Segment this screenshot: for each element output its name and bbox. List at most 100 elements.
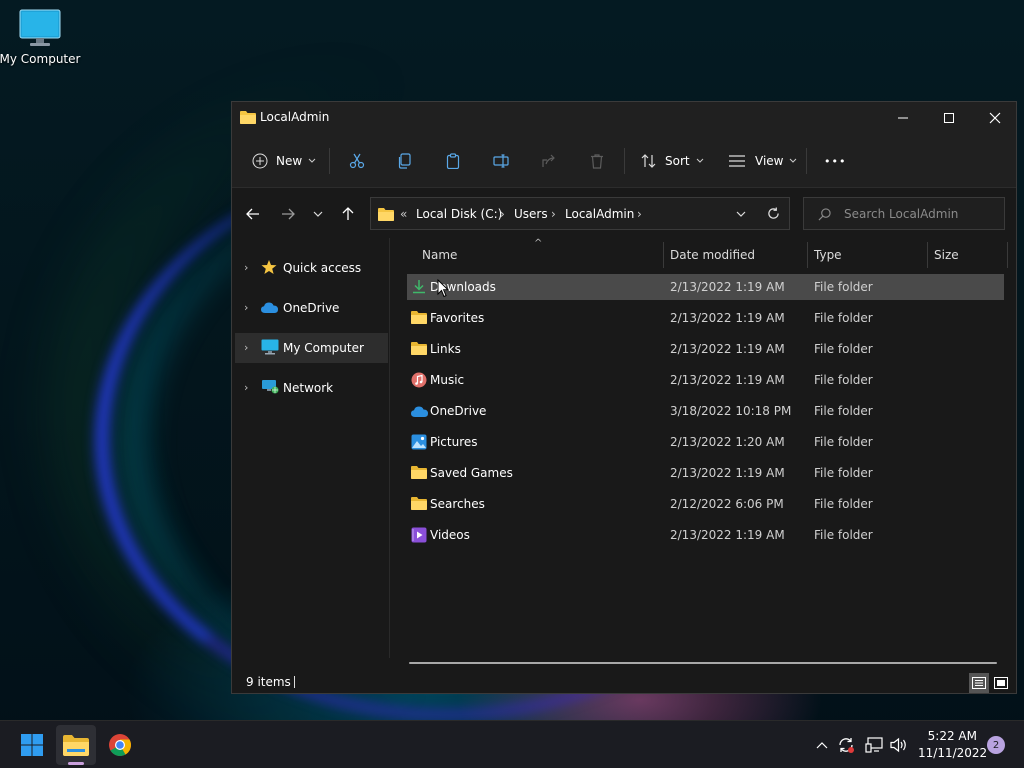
cloud-icon <box>411 406 428 417</box>
column-divider[interactable] <box>807 242 808 268</box>
file-row-pictures[interactable]: Pictures 2/13/2022 1:20 AM File folder <box>407 429 1004 455</box>
file-row-onedrive[interactable]: OneDrive 3/18/2022 10:18 PM File folder <box>407 398 1004 424</box>
file-date: 2/13/2022 1:19 AM <box>670 280 785 294</box>
sidebar-item-my-computer[interactable]: › My Computer <box>235 333 388 363</box>
horizontal-scrollbar[interactable] <box>409 662 997 664</box>
new-label: New <box>276 154 303 168</box>
refresh-icon[interactable] <box>767 207 780 220</box>
column-header-name[interactable]: Name <box>422 248 457 262</box>
forward-button[interactable] <box>277 203 299 225</box>
file-list: ^ Name Date modified Type Size Downloads… <box>391 238 1016 664</box>
desktop-icon-my-computer[interactable]: My Computer <box>0 8 80 78</box>
plus-circle-icon <box>252 153 268 169</box>
scissors-icon <box>349 153 365 169</box>
file-type: File folder <box>814 311 873 325</box>
sidebar-item-label: My Computer <box>283 341 364 355</box>
chevron-right-icon[interactable]: › <box>244 261 248 274</box>
file-explorer-window: LocalAdmin New Sort View ••• « Local Dis… <box>231 101 1017 694</box>
paste-button[interactable] <box>445 148 461 174</box>
chevron-down-icon[interactable] <box>736 211 746 217</box>
folder-icon <box>63 735 89 756</box>
notification-badge[interactable]: 2 <box>987 736 1005 754</box>
maximize-button[interactable] <box>926 102 972 134</box>
file-type: File folder <box>814 404 873 418</box>
breadcrumb-localadmin[interactable]: LocalAdmin <box>565 207 634 221</box>
chevron-right-icon[interactable]: › <box>244 381 248 394</box>
file-row-downloads[interactable]: Downloads 2/13/2022 1:19 AM File folder <box>407 274 1004 300</box>
chevron-down-icon <box>308 158 316 163</box>
file-row-searches[interactable]: Searches 2/12/2022 6:06 PM File folder <box>407 491 1004 517</box>
copy-button[interactable] <box>397 148 413 174</box>
column-header-date[interactable]: Date modified <box>670 248 755 262</box>
file-date: 2/13/2022 1:19 AM <box>670 311 785 325</box>
file-row-favorites[interactable]: Favorites 2/13/2022 1:19 AM File folder <box>407 305 1004 331</box>
computer-icon <box>19 9 61 46</box>
file-row-links[interactable]: Links 2/13/2022 1:19 AM File folder <box>407 336 1004 362</box>
share-button[interactable] <box>541 148 557 174</box>
breadcrumb-separator[interactable]: › <box>500 207 505 221</box>
sidebar-item-label: Quick access <box>283 261 362 275</box>
sidebar-item-network[interactable]: › Network <box>235 373 388 403</box>
file-name: Pictures <box>430 435 478 449</box>
breadcrumb-local-disk[interactable]: Local Disk (C:) <box>416 207 502 221</box>
clipboard-icon <box>446 153 460 169</box>
title-bar[interactable]: LocalAdmin <box>232 102 1016 134</box>
file-date: 2/13/2022 1:19 AM <box>670 466 785 480</box>
breadcrumb-overflow[interactable]: « <box>400 207 407 221</box>
music-icon <box>411 372 427 388</box>
up-button[interactable] <box>337 203 359 225</box>
window-title: LocalAdmin <box>260 110 330 124</box>
file-date: 2/13/2022 1:19 AM <box>670 528 785 542</box>
sidebar-item-quick-access[interactable]: › Quick access <box>235 253 388 283</box>
close-button[interactable] <box>972 102 1018 134</box>
tiles-view-icon <box>994 677 1008 689</box>
show-hidden-icons-button[interactable] <box>812 735 832 755</box>
search-box[interactable]: Search LocalAdmin <box>803 197 1005 230</box>
file-row-videos[interactable]: Videos 2/13/2022 1:19 AM File folder <box>407 522 1004 548</box>
network-status-button[interactable] <box>864 735 884 755</box>
cut-button[interactable] <box>349 148 365 174</box>
chevron-right-icon[interactable]: › <box>244 341 248 354</box>
volume-button[interactable] <box>889 735 909 755</box>
view-label: View <box>755 154 784 168</box>
file-name: Links <box>430 342 461 356</box>
folder-icon <box>411 497 427 510</box>
details-view-button[interactable] <box>969 673 989 693</box>
new-button[interactable]: New <box>252 148 316 174</box>
taskbar-chrome[interactable] <box>100 725 140 765</box>
sort-button[interactable]: Sort <box>641 148 704 174</box>
file-row-saved-games[interactable]: Saved Games 2/13/2022 1:19 AM File folde… <box>407 460 1004 486</box>
back-button[interactable] <box>242 203 264 225</box>
tiles-view-button[interactable] <box>991 673 1011 693</box>
minimize-button[interactable] <box>880 102 926 134</box>
chevron-right-icon[interactable]: › <box>244 301 248 314</box>
column-divider[interactable] <box>927 242 928 268</box>
clock-time[interactable]: 5:22 AM <box>925 729 977 743</box>
more-options-button[interactable]: ••• <box>824 148 846 174</box>
taskbar-file-explorer[interactable] <box>56 725 96 765</box>
status-bar: 9 items <box>232 670 1016 694</box>
breadcrumb-users[interactable]: Users <box>514 207 548 221</box>
column-header-type[interactable]: Type <box>814 248 842 262</box>
folder-icon <box>411 311 427 324</box>
recent-locations-button[interactable] <box>307 203 329 225</box>
maximize-icon <box>944 113 954 123</box>
view-button[interactable]: View <box>729 148 797 174</box>
status-separator <box>294 676 295 688</box>
breadcrumb-separator[interactable]: › <box>637 207 642 221</box>
item-count: 9 items <box>246 675 291 689</box>
sidebar-item-onedrive[interactable]: › OneDrive <box>235 293 388 323</box>
file-row-music[interactable]: Music 2/13/2022 1:19 AM File folder <box>407 367 1004 393</box>
start-button[interactable] <box>12 725 52 765</box>
active-app-indicator <box>68 762 84 765</box>
delete-button[interactable] <box>589 148 605 174</box>
column-header-size[interactable]: Size <box>934 248 959 262</box>
column-divider[interactable] <box>663 242 664 268</box>
file-name: Videos <box>430 528 470 542</box>
sync-status-button[interactable] <box>836 735 856 755</box>
breadcrumb-separator[interactable]: › <box>551 207 556 221</box>
rename-button[interactable] <box>493 148 509 174</box>
column-divider[interactable] <box>1007 242 1008 268</box>
address-bar[interactable]: « Local Disk (C:) › Users › LocalAdmin › <box>370 197 790 230</box>
clock-date[interactable]: 11/11/2022 <box>918 746 987 760</box>
